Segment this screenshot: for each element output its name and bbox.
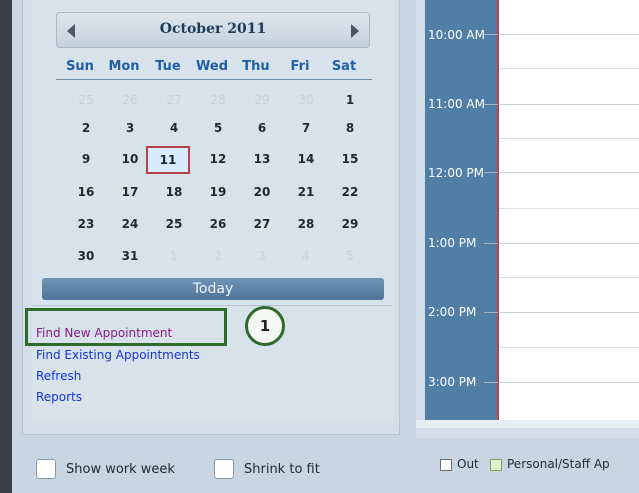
calendar-day[interactable]: 23 — [64, 213, 108, 235]
calendar-day[interactable]: 5 — [196, 117, 240, 139]
calendar-day[interactable]: 8 — [328, 117, 372, 139]
calendar-day[interactable]: 16 — [64, 181, 108, 203]
schedule-grid[interactable] — [499, 0, 639, 420]
calendar-day[interactable]: 14 — [284, 148, 328, 170]
calendar-day[interactable]: 7 — [284, 117, 328, 139]
calendar-day[interactable]: 30 — [64, 245, 108, 267]
calendar-day[interactable]: 25 — [152, 213, 196, 235]
time-tick — [484, 172, 498, 173]
calendar-day[interactable]: 13 — [240, 148, 284, 170]
calendar-day[interactable]: 26 — [108, 89, 152, 111]
calendar-day[interactable]: 6 — [240, 117, 284, 139]
calendar-day[interactable]: 25 — [64, 89, 108, 111]
time-label: 12:00 PM — [428, 166, 484, 180]
calendar-day[interactable]: 1 — [152, 245, 196, 267]
calendar-day[interactable]: 21 — [284, 181, 328, 203]
calendar-day[interactable]: 1 — [328, 89, 372, 111]
calendar-day[interactable]: 28 — [196, 89, 240, 111]
window-left-edge — [0, 0, 12, 493]
highlight-box — [25, 308, 227, 346]
weekday-thu: Thu — [242, 59, 270, 74]
find-existing-appointments-link[interactable]: Find Existing Appointments — [36, 348, 200, 362]
weekday-sat: Sat — [331, 59, 357, 74]
out-legend-swatch — [440, 459, 452, 471]
panel-divider — [32, 305, 392, 306]
grid-line — [499, 312, 639, 313]
grid-line — [499, 347, 639, 348]
time-label: 11:00 AM — [428, 97, 485, 111]
calendar-day[interactable]: 18 — [152, 181, 196, 203]
weekday-header-row: Sun Mon Tue Wed Thu Fri Sat — [56, 56, 372, 80]
time-label: 1:00 PM — [428, 236, 477, 250]
personal-legend-label: Personal/Staff Ap — [507, 457, 610, 471]
personal-legend-swatch — [490, 459, 502, 471]
calendar-day[interactable]: 2 — [196, 245, 240, 267]
calendar-day[interactable]: 27 — [152, 89, 196, 111]
calendar-day[interactable]: 31 — [108, 245, 152, 267]
calendar-day[interactable]: 29 — [328, 213, 372, 235]
show-work-week-label: Show work week — [66, 462, 175, 477]
reports-link[interactable]: Reports — [36, 390, 82, 404]
next-month-icon[interactable] — [351, 24, 359, 38]
grid-line — [499, 172, 639, 173]
calendar-day[interactable]: 15 — [328, 148, 372, 170]
schedule-bottom-strip — [416, 420, 639, 428]
time-label: 10:00 AM — [428, 28, 485, 42]
refresh-link[interactable]: Refresh — [36, 369, 81, 383]
weekday-tue: Tue — [155, 59, 181, 74]
grid-line — [499, 138, 639, 139]
time-tick — [484, 34, 498, 35]
month-title: October 2011 — [159, 21, 267, 37]
calendar-day[interactable]: 17 — [108, 181, 152, 203]
calendar-day[interactable]: 3 — [108, 117, 152, 139]
grid-line — [499, 34, 639, 35]
calendar-day[interactable]: 2 — [64, 117, 108, 139]
calendar-day[interactable]: 19 — [196, 181, 240, 203]
calendar-day[interactable]: 30 — [284, 89, 328, 111]
weekday-wed: Wed — [196, 59, 228, 74]
calendar-day[interactable]: 27 — [240, 213, 284, 235]
time-column-border — [497, 0, 499, 420]
time-column — [425, 0, 498, 420]
calendar-day[interactable]: 20 — [240, 181, 284, 203]
calendar-day[interactable]: 4 — [284, 245, 328, 267]
time-label: 3:00 PM — [428, 375, 477, 389]
calendar-day[interactable]: 5 — [328, 245, 372, 267]
shrink-to-fit-checkbox[interactable] — [214, 459, 234, 479]
calendar-day[interactable]: 22 — [328, 181, 372, 203]
calendar-day[interactable]: 28 — [284, 213, 328, 235]
today-button[interactable]: Today — [42, 278, 384, 300]
time-tick — [484, 104, 498, 105]
calendar-day[interactable]: 4 — [152, 117, 196, 139]
grid-line — [499, 243, 639, 244]
grid-line — [499, 68, 639, 69]
show-work-week-checkbox[interactable] — [36, 459, 56, 479]
time-tick — [484, 382, 498, 383]
weekday-mon: Mon — [108, 59, 140, 74]
out-legend-label: Out — [457, 457, 479, 471]
calendar-day[interactable]: 24 — [108, 213, 152, 235]
calendar-day-selected[interactable]: 11 — [146, 146, 190, 174]
grid-line — [499, 104, 639, 105]
calendar-day[interactable]: 3 — [240, 245, 284, 267]
step-callout: 1 — [245, 306, 285, 346]
time-tick — [484, 312, 498, 313]
calendar-day[interactable]: 29 — [240, 89, 284, 111]
time-label: 2:00 PM — [428, 305, 477, 319]
calendar-header: October 2011 — [56, 12, 370, 48]
grid-line — [499, 382, 639, 383]
weekday-sun: Sun — [66, 59, 94, 74]
time-tick — [484, 243, 498, 244]
calendar-day[interactable]: 26 — [196, 213, 240, 235]
calendar-day[interactable]: 12 — [196, 148, 240, 170]
grid-line — [499, 208, 639, 209]
grid-line — [499, 277, 639, 278]
calendar-day[interactable]: 9 — [64, 148, 108, 170]
shrink-to-fit-label: Shrink to fit — [244, 462, 320, 477]
weekday-fri: Fri — [290, 59, 310, 74]
